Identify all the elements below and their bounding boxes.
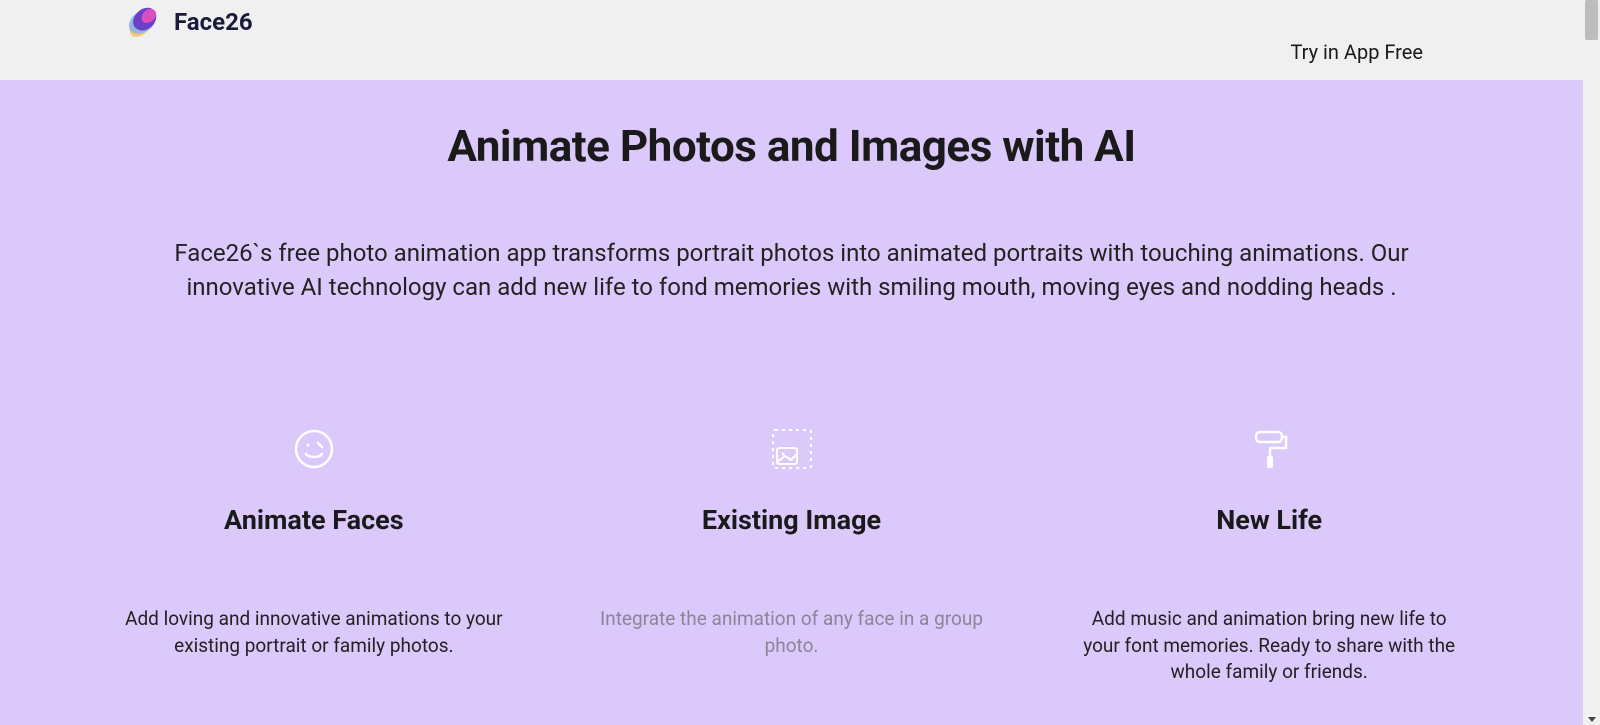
feature-title: Existing Image (598, 504, 986, 536)
hero-description: Face26`s free photo animation app transf… (147, 237, 1437, 304)
brand-logo-icon (120, 0, 164, 44)
scrollbar[interactable] (1583, 0, 1600, 725)
hero-section: Animate Photos and Images with AI Face26… (0, 80, 1583, 725)
feature-animate-faces: Animate Faces Add loving and innovative … (120, 424, 508, 686)
brand-name: Face26 (174, 8, 253, 36)
feature-title: New Life (1075, 504, 1463, 536)
site-header: Face26 Enhance Images Photo Restoration … (0, 0, 1583, 80)
smile-icon (120, 424, 508, 474)
feature-title: Animate Faces (120, 504, 508, 536)
feature-desc: Add music and animation bring new life t… (1075, 606, 1463, 686)
image-select-icon (598, 424, 986, 474)
feature-existing-image: Existing Image Integrate the animation o… (598, 424, 986, 686)
scrollbar-down-icon[interactable] (1588, 717, 1596, 722)
cta-try-free[interactable]: Try in App Free (1290, 40, 1423, 64)
paint-roller-icon (1075, 424, 1463, 474)
feature-desc: Integrate the animation of any face in a… (598, 606, 986, 659)
scrollbar-thumb[interactable] (1585, 0, 1598, 40)
brand-logo[interactable]: Face26 (120, 0, 253, 44)
feature-new-life: New Life Add music and animation bring n… (1075, 424, 1463, 686)
features-row: Animate Faces Add loving and innovative … (0, 424, 1583, 686)
feature-desc: Add loving and innovative animations to … (120, 606, 508, 659)
hero-title: Animate Photos and Images with AI (0, 120, 1583, 172)
